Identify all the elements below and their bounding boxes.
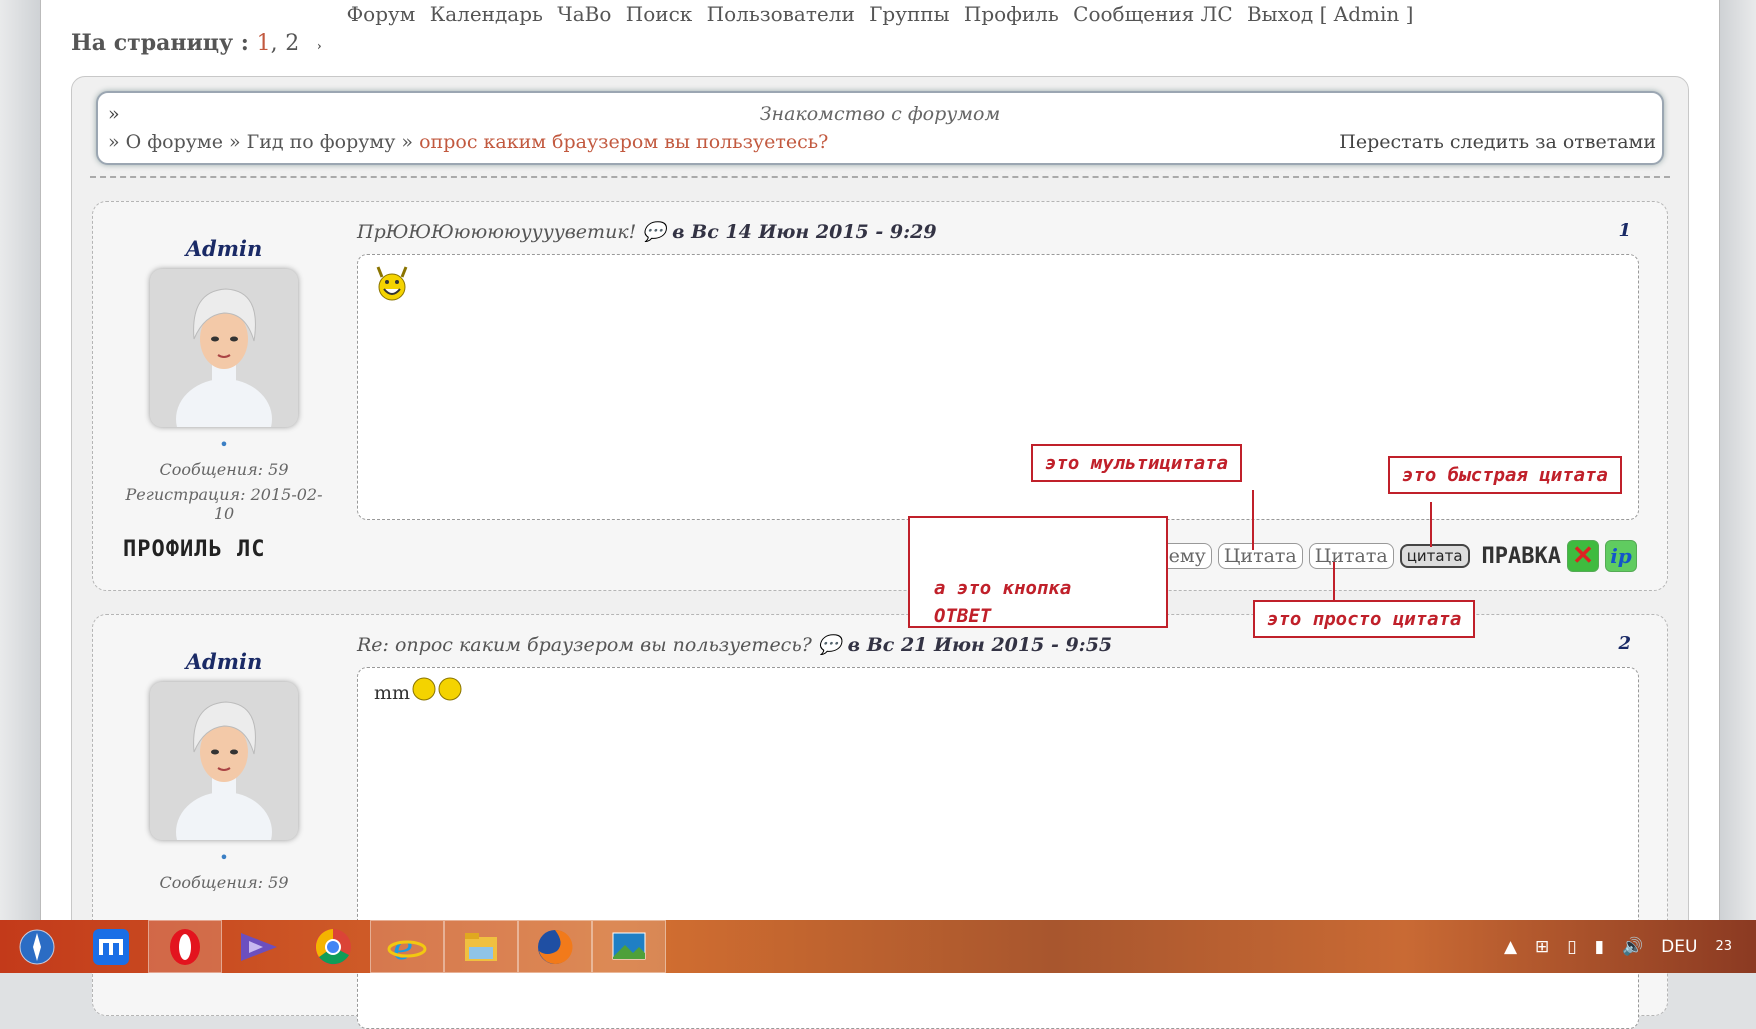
clock[interactable]: 23: [1715, 939, 1732, 954]
forum-page: Форум Календарь ЧаВо Поиск Пользователи …: [40, 0, 1720, 1029]
multiquote-button[interactable]: Цитата: [1217, 543, 1303, 569]
safari-icon: [19, 929, 55, 964]
post-number[interactable]: 1: [1618, 220, 1631, 241]
smiley-emoticon-icon: [376, 266, 408, 301]
internet-explorer-icon: e: [387, 928, 427, 967]
smiley-pair-icon: [412, 677, 462, 701]
quick-quote-button[interactable]: цитата: [1399, 544, 1470, 568]
taskbar: e ▲ ⊞ ▯ ▮ 🔊 DEU 23: [0, 920, 1756, 973]
opera-icon: [170, 928, 200, 965]
windows-flag-icon[interactable]: ⊞: [1535, 937, 1549, 957]
online-status-dot: •: [219, 435, 229, 454]
top-navigation: Форум Календарь ЧаВо Поиск Пользователи …: [41, 2, 1719, 26]
safari-icon[interactable]: [0, 920, 74, 973]
maxthon-icon[interactable]: [74, 920, 148, 973]
annotation-multiquote: это мультицитата: [1031, 444, 1243, 482]
avatar-image: [150, 269, 298, 427]
edit-button[interactable]: ПРАВКА: [1482, 544, 1561, 569]
post-body: mm: [357, 667, 1639, 1029]
photos-icon[interactable]: [592, 920, 666, 973]
maxthon-icon: [93, 928, 129, 965]
avatar: [150, 269, 298, 427]
page-separator: ,: [270, 31, 278, 56]
opera-icon[interactable]: [148, 920, 222, 973]
annotation-line-quote: [1333, 562, 1335, 600]
nav-users[interactable]: Пользователи: [707, 2, 855, 26]
section-title[interactable]: Знакомство с форумом: [98, 103, 1662, 125]
visual-studio-icon[interactable]: [222, 920, 296, 973]
post-header: ПрЮЮЮююююууууветик! 💬 в Вс 14 Июн 2015 -…: [357, 220, 937, 243]
firefox-icon[interactable]: [518, 920, 592, 973]
post-header: Re: опрос каким браузером вы пользуетесь…: [357, 633, 1112, 656]
annotation-reply-line2: ОТВЕТ: [934, 605, 992, 627]
nav-calendar[interactable]: Календарь: [430, 2, 543, 26]
nav-logout[interactable]: Выход [ Admin ]: [1247, 2, 1413, 26]
battery-icon[interactable]: ▯: [1567, 937, 1576, 957]
internet-explorer-icon[interactable]: e: [370, 920, 444, 973]
post-date: в Вс 14 Июн 2015 - 9:29: [672, 221, 937, 243]
pagination: На страницу : 1, 2 ›: [71, 30, 322, 56]
page-current: 1: [256, 31, 271, 56]
nav-faq[interactable]: ЧаВо: [557, 2, 611, 26]
post-author-block: Admin • Сообщения: 59: [123, 649, 325, 892]
post-date: в Вс 21 Июн 2015 - 9:55: [847, 634, 1113, 656]
annotation-line-quick-quote: [1430, 502, 1432, 547]
quote-button[interactable]: Цитата: [1308, 543, 1394, 569]
author-post-count: Сообщения: 59: [159, 460, 289, 479]
topic-container: » Знакомство с форумом » О форуме » Гид …: [71, 76, 1689, 1029]
ip-button[interactable]: ip: [1605, 540, 1637, 572]
system-tray: ▲ ⊞ ▯ ▮ 🔊 DEU 23: [1504, 937, 1756, 957]
author-registration: Регистрация: 2015-02-10: [125, 485, 323, 523]
chrome-icon[interactable]: [296, 920, 370, 973]
post-author-block: Admin • Сообщения: 59 Регистрация: 2015-…: [123, 236, 325, 562]
author-post-count: Сообщения: 59: [159, 873, 289, 892]
breadcrumb-current[interactable]: опрос каким браузером вы пользуетесь?: [419, 131, 828, 153]
language-indicator[interactable]: DEU: [1661, 937, 1697, 957]
signal-icon[interactable]: ▮: [1595, 937, 1604, 957]
author-name[interactable]: Admin: [123, 649, 325, 674]
delete-icon[interactable]: ✕: [1567, 540, 1599, 572]
divider: [90, 176, 1670, 178]
annotation-reply: а это кнопка ОТВЕТ: [908, 516, 1168, 628]
annotation-quote: это просто цитата: [1253, 600, 1476, 638]
chrome-icon: [315, 928, 351, 965]
annotation-reply-line1: а это кнопка: [934, 577, 1072, 599]
firefox-icon: [538, 929, 573, 964]
post-title[interactable]: ПрЮЮЮююююууууветик!: [357, 221, 636, 243]
avatar: [150, 682, 298, 840]
photos-icon: [612, 932, 646, 959]
breadcrumb: » Знакомство с форумом » О форуме » Гид …: [96, 91, 1664, 165]
nav-messages[interactable]: Сообщения ЛС: [1073, 2, 1232, 26]
nav-profile[interactable]: Профиль: [964, 2, 1059, 26]
page-link-2[interactable]: 2: [285, 31, 299, 56]
annotation-quick-quote: это быстрая цитата: [1388, 456, 1622, 494]
breadcrumb-path: » О форуме » Гид по форуму » опрос каким…: [108, 131, 828, 153]
avatar-image: [150, 682, 298, 840]
pagination-label: На страницу :: [71, 30, 249, 56]
volume-icon[interactable]: 🔊: [1622, 937, 1643, 957]
file-explorer-icon[interactable]: [444, 920, 518, 973]
post-title[interactable]: Re: опрос каким браузером вы пользуетесь…: [357, 634, 812, 656]
nav-search[interactable]: Поиск: [626, 2, 693, 26]
nav-forum[interactable]: Форум: [347, 2, 416, 26]
post-text: mm: [374, 682, 411, 704]
show-hidden-icons-icon[interactable]: ▲: [1504, 937, 1517, 957]
breadcrumb-links[interactable]: » О форуме » Гид по форуму »: [108, 131, 413, 153]
svg-text:e: e: [393, 928, 413, 967]
speech-bubble-icon: 💬: [817, 634, 842, 656]
speech-bubble-icon: 💬: [642, 221, 667, 243]
author-name[interactable]: Admin: [123, 236, 325, 261]
annotation-line-multiquote: [1252, 490, 1254, 550]
page-background-right: [1720, 0, 1756, 920]
visual-studio-icon: [241, 932, 277, 961]
next-page-icon[interactable]: ›: [317, 39, 322, 53]
online-status-dot: •: [219, 848, 229, 867]
nav-groups[interactable]: Группы: [869, 2, 949, 26]
page-background-left: [0, 0, 40, 920]
unwatch-topic-link[interactable]: Перестать следить за ответами: [1339, 131, 1656, 153]
file-explorer-icon: [465, 932, 497, 961]
profile-pm-buttons[interactable]: ПРОФИЛЬ ЛС: [123, 537, 325, 562]
post-number[interactable]: 2: [1618, 633, 1631, 654]
